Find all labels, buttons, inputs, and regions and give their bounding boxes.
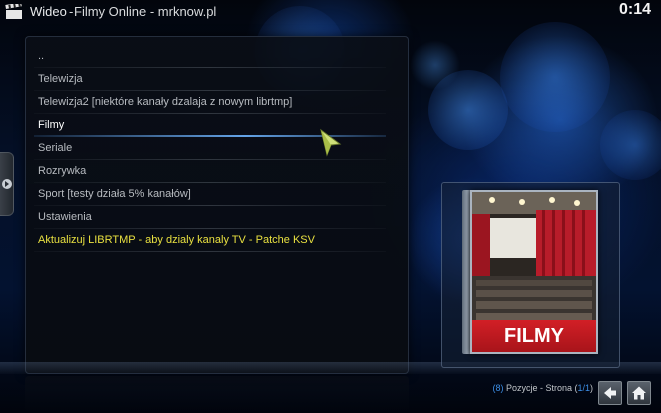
bokeh-bubble bbox=[410, 40, 460, 90]
list-item-label: Sport [testy działa 5% kanałów] bbox=[38, 188, 191, 200]
list-item-rozrywka[interactable]: Rozrywka bbox=[26, 160, 408, 183]
status-bar: (8) Pozycje - Strona (1/1) bbox=[492, 383, 593, 393]
page-close: ) bbox=[590, 383, 593, 393]
home-icon bbox=[632, 386, 646, 400]
home-button[interactable] bbox=[627, 381, 651, 405]
title-separator: - bbox=[69, 4, 74, 19]
back-button[interactable] bbox=[598, 381, 622, 405]
bokeh-bubble bbox=[600, 110, 661, 180]
file-list: .. Telewizja Telewizja2 [niektóre kanały… bbox=[26, 45, 408, 252]
list-item-seriale[interactable]: Seriale bbox=[26, 137, 408, 160]
page-subtitle: Filmy Online - mrknow.pl bbox=[74, 4, 217, 19]
clapperboard-icon bbox=[5, 2, 23, 20]
chevron-right-icon bbox=[2, 179, 12, 189]
folder-thumbnail: FILMY bbox=[470, 190, 598, 354]
list-item-label: Aktualizuj LIBRTMP - aby dzialy kanaly T… bbox=[38, 234, 315, 246]
list-item-filmy[interactable]: Filmy bbox=[26, 114, 408, 137]
positions-label: Pozycje - Strona bbox=[503, 383, 575, 393]
top-bar: Wideo - Filmy Online - mrknow.pl 0:14 bbox=[0, 0, 661, 26]
panel-reflection bbox=[25, 376, 409, 412]
item-separator bbox=[34, 251, 386, 252]
list-item-label: .. bbox=[38, 50, 45, 62]
file-list-panel: .. Telewizja Telewizja2 [niektóre kanały… bbox=[25, 36, 409, 374]
list-item-telewizja[interactable]: Telewizja bbox=[26, 68, 408, 91]
bokeh-bubble bbox=[428, 70, 508, 150]
list-item-ustawienia[interactable]: Ustawienia bbox=[26, 206, 408, 229]
app-title: Wideo bbox=[30, 4, 67, 19]
page-indicator: 1/1 bbox=[577, 383, 590, 393]
list-item-telewizja2[interactable]: Telewizja2 [niektóre kanały dzalaja z no… bbox=[26, 91, 408, 114]
mouse-pointer-icon bbox=[318, 128, 344, 158]
cinema-hall-image bbox=[472, 192, 596, 322]
list-item-label: Telewizja bbox=[38, 73, 83, 85]
thumbnail-banner: FILMY bbox=[472, 320, 596, 352]
list-item-label: Filmy bbox=[38, 119, 65, 131]
back-arrow-icon bbox=[604, 387, 616, 399]
list-item-label: Ustawienia bbox=[38, 211, 92, 223]
bokeh-bubble bbox=[500, 22, 610, 132]
list-item-sport[interactable]: Sport [testy działa 5% kanałów] bbox=[26, 183, 408, 206]
list-item-parent[interactable]: .. bbox=[26, 45, 408, 68]
list-item-label: Rozrywka bbox=[38, 165, 87, 177]
list-item-label: Seriale bbox=[38, 142, 73, 154]
clock: 0:14 bbox=[618, 1, 651, 18]
side-menu-handle[interactable] bbox=[0, 152, 14, 216]
list-item-aktualizuj[interactable]: Aktualizuj LIBRTMP - aby dzialy kanaly T… bbox=[26, 229, 408, 252]
list-item-label: Telewizja2 [niektóre kanały dzalaja z no… bbox=[38, 96, 293, 108]
